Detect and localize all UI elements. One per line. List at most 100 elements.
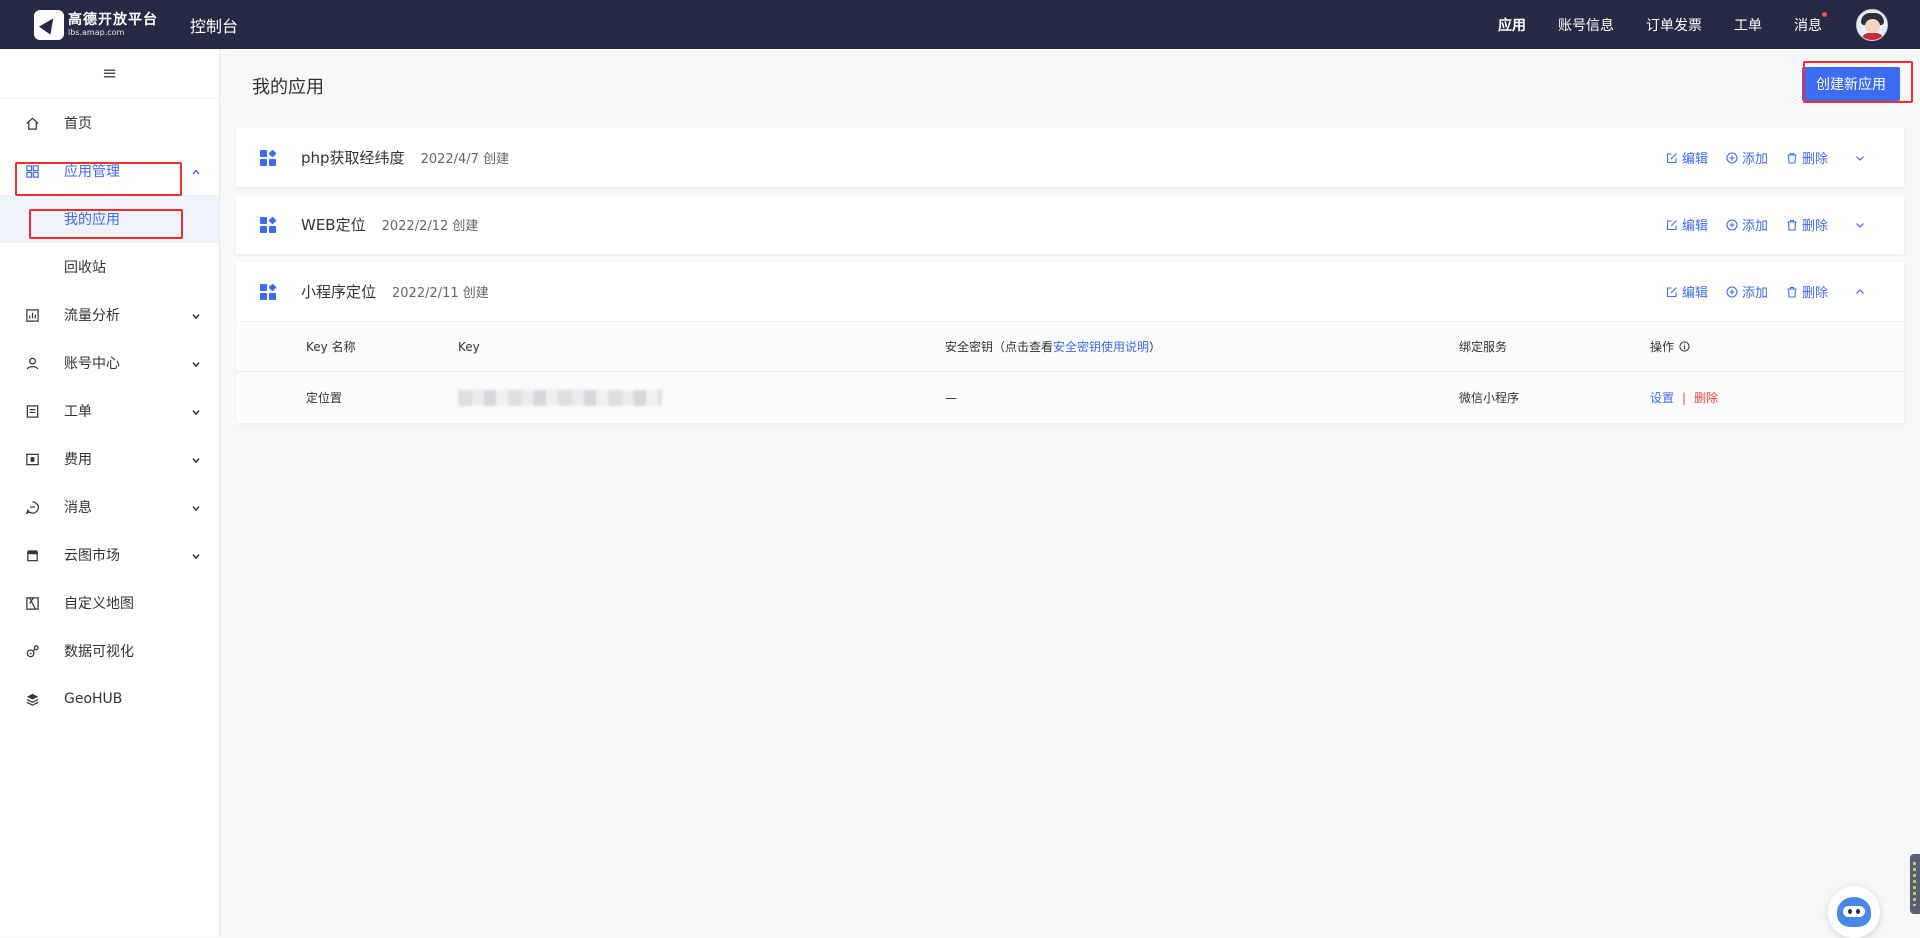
sidebar-item-home[interactable]: 首页: [0, 99, 219, 147]
nav-messages[interactable]: 消息: [1794, 11, 1827, 35]
grid-icon: [24, 163, 40, 179]
chat-icon: [24, 499, 40, 515]
wallet-icon: [24, 451, 40, 467]
app-name: WEB定位: [301, 216, 366, 234]
edit-icon: [1666, 152, 1677, 163]
user-avatar[interactable]: [1856, 8, 1888, 41]
service-cell: 微信小程序: [1459, 391, 1520, 405]
console-title[interactable]: 控制台: [190, 13, 238, 37]
key-table: Key 名称 Key 安全密钥（点击查看安全密钥使用说明） 绑定服务 操作 定位…: [236, 321, 1904, 423]
delete-button[interactable]: 删除: [1786, 282, 1828, 301]
main-content: 我的应用 创建新应用 php获取经纬度 2022/4/7 创建 编辑 添加 删除…: [220, 49, 1920, 938]
plus-circle-icon: [1726, 218, 1738, 231]
sidebar-item-app-management[interactable]: 应用管理: [0, 147, 219, 195]
edit-icon: [1666, 219, 1677, 230]
chevron-down-icon: [191, 501, 201, 517]
edit-icon: [1666, 286, 1677, 297]
nav-apps[interactable]: 应用: [1498, 15, 1526, 35]
chevron-down-icon: [191, 309, 201, 325]
logo-url: lbs.amap.com: [68, 27, 125, 37]
col-service: 绑定服务: [1459, 340, 1508, 354]
col-key-name: Key 名称: [306, 340, 356, 354]
app-name: 小程序定位: [301, 283, 377, 301]
key-table-header: Key 名称 Key 安全密钥（点击查看安全密钥使用说明） 绑定服务 操作: [236, 322, 1904, 372]
app-created-date: 2022/4/7 创建: [420, 152, 510, 167]
sidebar-item-cloud-market[interactable]: 云图市场: [0, 531, 219, 579]
plus-circle-icon: [1726, 285, 1738, 298]
table-row: 定位置 — 微信小程序 设置 | 删除: [236, 372, 1904, 423]
app-header[interactable]: 小程序定位 2022/2/11 创建 编辑 添加 删除: [236, 262, 1904, 321]
collapse-chevron-up-icon[interactable]: [1854, 286, 1866, 298]
nav-account-info[interactable]: 账号信息: [1558, 15, 1614, 35]
trash-icon: [1787, 286, 1797, 298]
key-name-cell: 定位置: [306, 391, 343, 405]
chevron-up-icon: [191, 165, 201, 181]
store-icon: [24, 547, 40, 563]
user-icon: [24, 355, 40, 371]
app-card: php获取经纬度 2022/4/7 创建 编辑 添加 删除: [236, 128, 1904, 187]
sidebar-item-account-center[interactable]: 账号中心: [0, 339, 219, 387]
sidebar-item-tickets[interactable]: 工单: [0, 387, 219, 435]
app-icon: [260, 149, 277, 166]
chevron-down-icon: [191, 357, 201, 373]
logo-icon: [34, 9, 64, 40]
home-icon: [24, 115, 40, 131]
expand-chevron-down-icon[interactable]: [1854, 152, 1866, 164]
app-header[interactable]: WEB定位 2022/2/12 创建 编辑 添加 删除: [236, 195, 1904, 254]
document-icon: [24, 403, 40, 419]
col-secret: 安全密钥（点击查看安全密钥使用说明）: [945, 340, 1162, 354]
amap-logo[interactable]: 高德开放平台 lbs.amap.com: [34, 9, 158, 40]
delete-key-link[interactable]: 删除: [1694, 389, 1718, 406]
app-icon: [260, 283, 277, 300]
add-button[interactable]: 添加: [1726, 148, 1768, 167]
layers-icon: [24, 691, 40, 707]
app-card-expanded: 小程序定位 2022/2/11 创建 编辑 添加 删除 Key 名称 Key 安…: [236, 262, 1904, 423]
sidebar-item-my-apps[interactable]: 我的应用: [0, 195, 219, 243]
delete-button[interactable]: 删除: [1786, 148, 1828, 167]
app-created-date: 2022/2/11 创建: [392, 286, 489, 301]
app-header[interactable]: php获取经纬度 2022/4/7 创建 编辑 添加 删除: [236, 128, 1904, 187]
plus-circle-icon: [1726, 151, 1738, 164]
add-button[interactable]: 添加: [1726, 282, 1768, 301]
sidebar-item-custom-map[interactable]: 自定义地图: [0, 579, 219, 627]
chart-icon: [24, 307, 40, 323]
side-panel-handle[interactable]: [1910, 854, 1920, 914]
app-icon: [260, 216, 277, 233]
sidebar-item-data-visualization[interactable]: 数据可视化: [0, 627, 219, 675]
page-title: 我的应用: [252, 77, 324, 98]
chevron-down-icon: [191, 549, 201, 565]
trash-icon: [1787, 219, 1797, 231]
trash-icon: [1787, 152, 1797, 164]
sidebar-item-geohub[interactable]: GeoHUB: [0, 675, 219, 723]
sidebar-item-traffic-analysis[interactable]: 流量分析: [0, 291, 219, 339]
delete-button[interactable]: 删除: [1786, 215, 1828, 234]
logo-name: 高德开放平台: [68, 11, 158, 28]
map-icon: [24, 595, 40, 611]
nav-tickets[interactable]: 工单: [1734, 15, 1762, 35]
top-nav-menu: 应用 账号信息 订单发票 工单 消息: [1466, 0, 1920, 49]
chevron-down-icon: [191, 405, 201, 421]
chevron-down-icon: [191, 453, 201, 469]
info-icon: [1679, 341, 1690, 352]
sidebar-item-messages[interactable]: 消息: [0, 483, 219, 531]
nav-orders-invoices[interactable]: 订单发票: [1646, 15, 1702, 35]
edit-button[interactable]: 编辑: [1666, 215, 1708, 234]
app-name: php获取经纬度: [301, 149, 405, 167]
edit-button[interactable]: 编辑: [1666, 148, 1708, 167]
sidebar-item-recycle-bin[interactable]: 回收站: [0, 243, 219, 291]
secret-usage-link[interactable]: 安全密钥使用说明: [1053, 340, 1149, 354]
settings-link[interactable]: 设置: [1650, 389, 1674, 406]
top-navbar: 高德开放平台 lbs.amap.com 控制台 应用 账号信息 订单发票 工单 …: [0, 0, 1920, 49]
sidebar-item-fees[interactable]: 费用: [0, 435, 219, 483]
masked-key-value: [458, 389, 662, 406]
customer-service-robot-icon[interactable]: [1828, 886, 1880, 938]
edit-button[interactable]: 编辑: [1666, 282, 1708, 301]
expand-chevron-down-icon[interactable]: [1854, 219, 1866, 231]
menu-collapse-icon[interactable]: ≡: [0, 49, 219, 99]
visualization-icon: [24, 643, 40, 659]
create-app-button[interactable]: 创建新应用: [1802, 67, 1900, 101]
col-key: Key: [458, 339, 480, 354]
secret-cell: —: [945, 390, 957, 405]
add-button[interactable]: 添加: [1726, 215, 1768, 234]
app-card: WEB定位 2022/2/12 创建 编辑 添加 删除: [236, 195, 1904, 254]
